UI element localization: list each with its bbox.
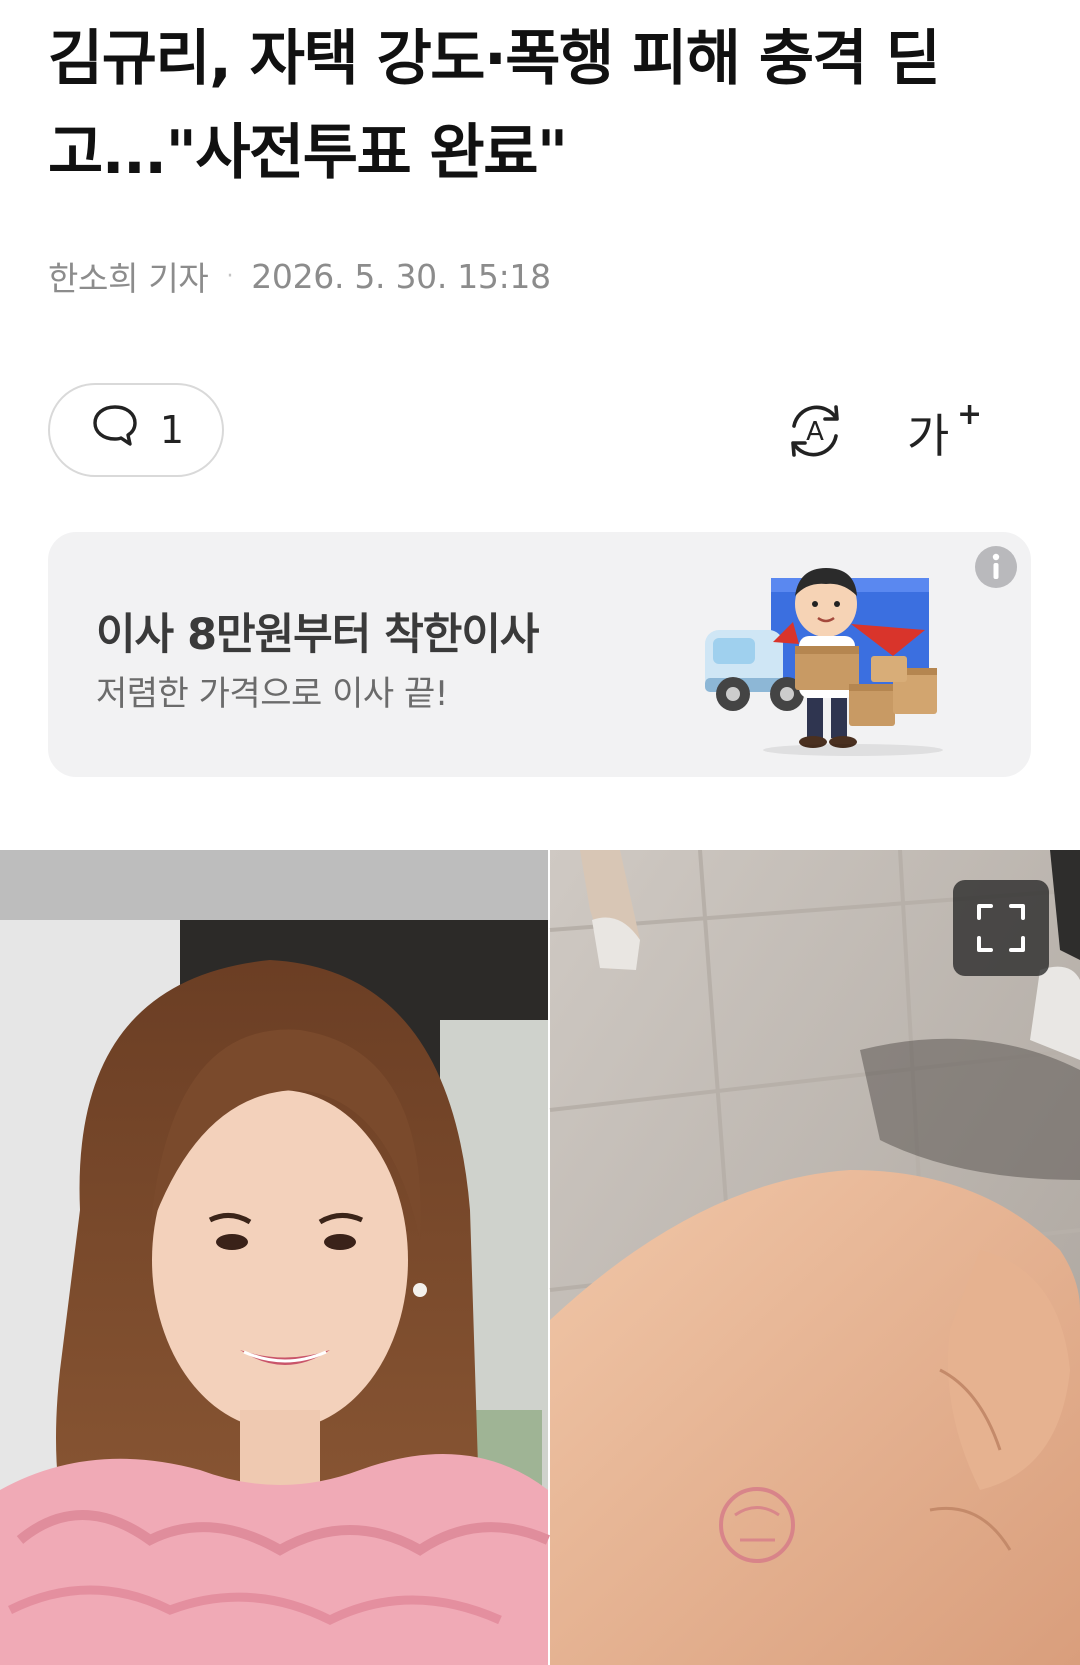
article-title: 김규리, 자택 강도·폭행 피해 충격 딛고..."사전투표 완료" bbox=[48, 24, 941, 188]
comment-button[interactable]: 1 bbox=[48, 383, 224, 477]
selfie-woman-pink-dress[interactable] bbox=[0, 850, 551, 1665]
ad-subtitle: 저렴한 가격으로 이사 끝! bbox=[96, 674, 448, 714]
reporter-name[interactable]: 한소희 기자 bbox=[48, 252, 209, 300]
auto-translate-icon[interactable]: A bbox=[780, 396, 850, 466]
font-size-glyph: 가 bbox=[907, 409, 949, 463]
expand-icon bbox=[973, 900, 1029, 956]
byline-separator: · bbox=[226, 263, 234, 289]
publish-datetime: 2026. 5. 30. 15:18 bbox=[251, 256, 551, 296]
moving-mascot-illustration bbox=[703, 560, 963, 760]
font-size-plus: + bbox=[957, 397, 982, 432]
article-byline: 한소희 기자 · 2026. 5. 30. 15:18 bbox=[48, 252, 551, 300]
ad-banner[interactable]: 이사 8만원부터 착한이사 저렴한 가격으로 이사 끝! bbox=[48, 532, 1031, 777]
info-icon[interactable] bbox=[973, 544, 1019, 590]
font-size-icon[interactable]: 가 + bbox=[905, 396, 985, 466]
translate-glyph: A bbox=[806, 417, 824, 447]
ad-title: 이사 8만원부터 착한이사 bbox=[96, 610, 539, 660]
comment-count: 1 bbox=[159, 408, 185, 452]
expand-photo-button[interactable] bbox=[953, 880, 1049, 976]
article-photo-collage bbox=[0, 850, 1080, 1665]
speech-bubble-icon bbox=[88, 399, 142, 462]
